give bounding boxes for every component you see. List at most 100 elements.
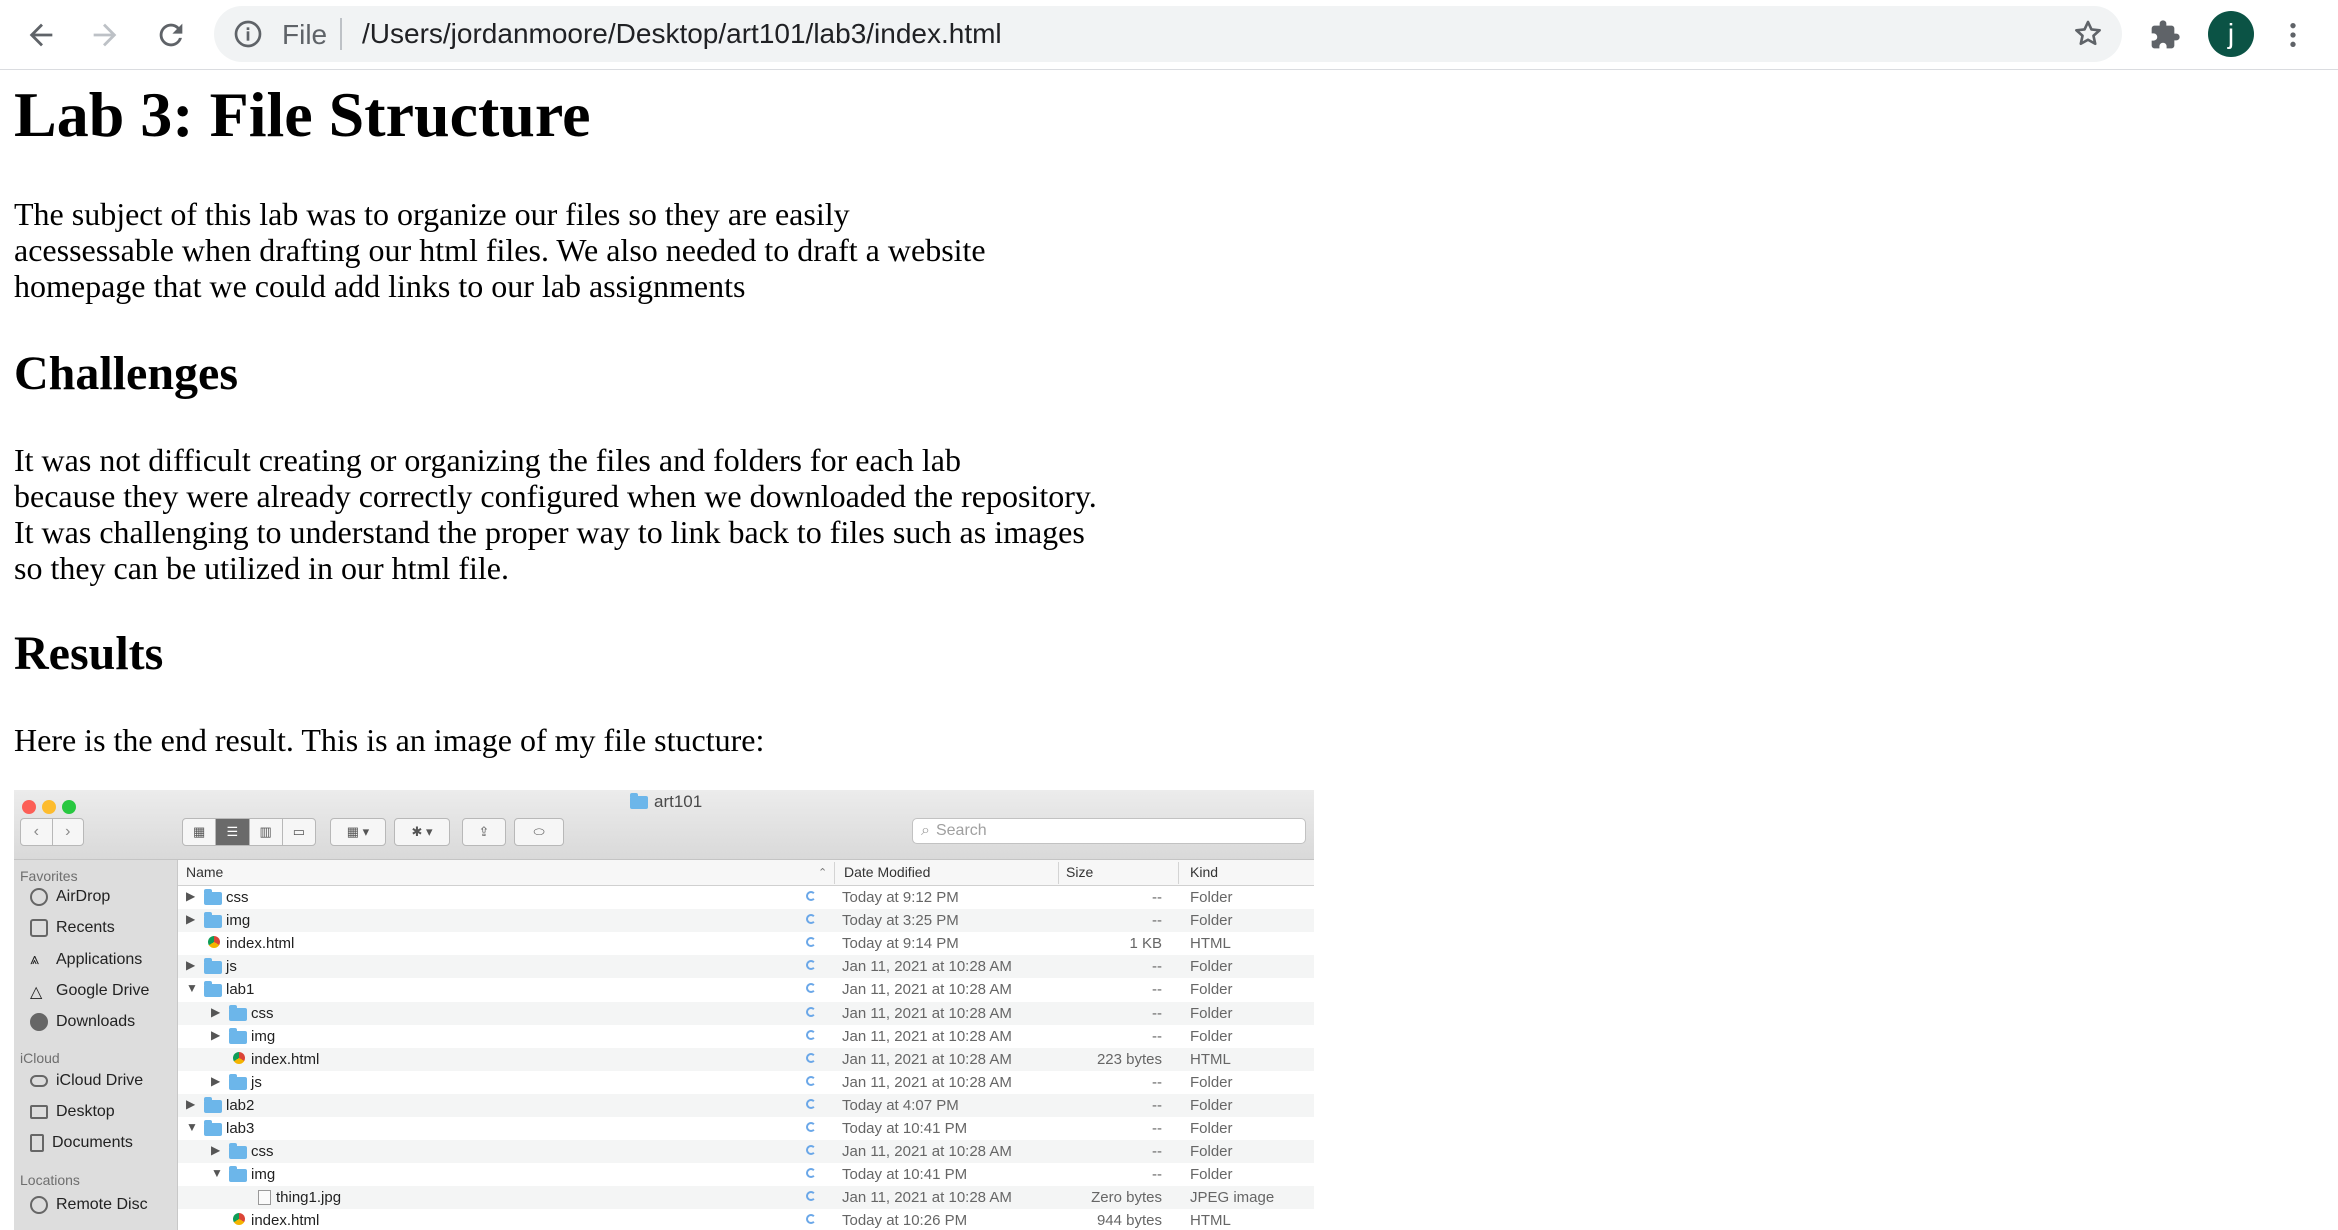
file-kind: HTML <box>1190 1212 1231 1230</box>
sidebar-item-remote-disc: Remote Disc <box>30 1196 148 1214</box>
url-text[interactable]: /Users/jordanmoore/Desktop/art101/lab3/i… <box>362 18 1002 50</box>
file-kind: Folder <box>1190 1004 1233 1022</box>
file-name: css <box>251 1004 274 1022</box>
kebab-menu-icon[interactable] <box>2272 14 2314 56</box>
sidebar-item-label: AirDrop <box>56 888 111 905</box>
file-date: Today at 9:12 PM <box>842 889 959 906</box>
reload-icon[interactable] <box>150 14 192 56</box>
list-item: thing1.jpg Jan 11, 2021 at 10:28 AM Zero b… <box>178 1186 1314 1210</box>
file-date: Jan 11, 2021 at 10:28 AM <box>842 1189 1012 1207</box>
info-icon[interactable] <box>232 18 264 50</box>
icon-view-icon: ▦ <box>183 819 217 845</box>
challenges-heading: Challenges <box>14 347 239 400</box>
sync-status-icon <box>806 1052 816 1063</box>
file-name: index.html <box>226 935 295 953</box>
sync-status-icon <box>806 1029 816 1040</box>
file-name: img <box>251 1166 276 1184</box>
list-item: ▼ lab1 Jan 11, 2021 at 10:28 AM -- Folder <box>178 978 1314 1001</box>
list-item: ▶ img Jan 11, 2021 at 10:28 AM -- Folder <box>178 1025 1314 1048</box>
intro-line: acessessable when drafting our html file… <box>14 232 986 268</box>
finder-search-placeholder: Search <box>935 822 987 839</box>
file-size: -- <box>1152 912 1162 930</box>
disclosure-closed-icon: ▶ <box>186 1096 196 1111</box>
folder-icon <box>630 792 648 809</box>
file-kind: Folder <box>1190 889 1233 906</box>
search-icon: ⌕ <box>921 822 930 839</box>
file-name: css <box>251 1143 274 1161</box>
file-date: Jan 11, 2021 at 10:28 AM <box>842 981 1012 999</box>
disc-icon <box>30 1196 48 1214</box>
sidebar-item-label: Google Drive <box>56 982 150 999</box>
forward-arrow-icon[interactable] <box>84 14 126 56</box>
file-size: -- <box>1152 981 1162 999</box>
file-date: Jan 11, 2021 at 10:28 AM <box>842 1073 1012 1091</box>
file-size: -- <box>1152 889 1162 906</box>
browser-toolbar: File /Users/jordanmoore/Desktop/art101/l… <box>0 0 2338 70</box>
zoom-dot-icon <box>62 800 76 814</box>
avatar[interactable]: j <box>2208 11 2254 57</box>
cloud-icon <box>30 1075 48 1087</box>
sidebar-item-airdrop: AirDrop <box>30 888 110 906</box>
column-kind: Kind <box>1190 864 1219 880</box>
file-name: img <box>251 1027 276 1045</box>
html-file-icon <box>233 1213 245 1226</box>
list-view-icon: ☰ <box>216 819 250 845</box>
challenges-paragraph: It was not difficult creating or organiz… <box>14 442 1097 586</box>
file-size: 944 bytes <box>1096 1212 1162 1230</box>
file-name: lab2 <box>226 1096 255 1114</box>
finder-search: ⌕ Search <box>912 818 1306 844</box>
list-item: ▶ css Jan 11, 2021 at 10:28 AM -- Folder <box>178 1140 1314 1164</box>
folder-icon <box>229 1143 247 1160</box>
list-item: index.html Jan 11, 2021 at 10:28 AM 223 by… <box>178 1047 1314 1071</box>
html-file-icon <box>233 1051 245 1064</box>
image-file-icon <box>258 1190 271 1206</box>
folder-icon <box>229 1166 247 1183</box>
list-item: ▶ css Jan 11, 2021 at 10:28 AM -- Folder <box>178 1001 1314 1025</box>
file-date: Jan 11, 2021 at 10:28 AM <box>842 1143 1012 1161</box>
file-size: -- <box>1152 1027 1162 1045</box>
file-kind: Folder <box>1190 1027 1233 1045</box>
folder-icon <box>229 1004 247 1021</box>
sidebar-item-label: iCloud Drive <box>56 1072 144 1089</box>
intro-line: homepage that we could add links to our … <box>14 268 746 304</box>
sync-status-icon <box>806 1214 816 1225</box>
downloads-icon <box>30 1013 48 1031</box>
sidebar-item-google-drive: △ Google Drive <box>30 982 150 1001</box>
back-arrow-icon[interactable] <box>20 14 62 56</box>
list-item: index.html Today at 10:26 PM 944 bytes HTML <box>178 1209 1314 1230</box>
file-size: -- <box>1152 1143 1162 1161</box>
google-drive-icon: △ <box>30 984 43 1001</box>
challenges-line: because they were already correctly conf… <box>14 478 1097 514</box>
disclosure-closed-icon: ▶ <box>211 1004 221 1019</box>
sort-chevron-icon: ⌃ <box>818 867 828 879</box>
file-kind: Folder <box>1190 981 1233 999</box>
file-date: Jan 11, 2021 at 10:28 AM <box>842 1050 1012 1068</box>
chevron-right-icon: › <box>65 823 71 840</box>
file-size: -- <box>1152 1166 1162 1184</box>
column-name: Name <box>186 864 224 880</box>
file-name: css <box>226 889 249 906</box>
file-kind: Folder <box>1190 1073 1233 1091</box>
desktop-icon <box>30 1105 48 1119</box>
finder-titlebar: art101 ‹ › ▦ ☰ ▥ ▭ ▦ ▾ ✱ ▾ ⇪ ⬭ ⌕ Search <box>14 790 1314 860</box>
sidebar-item-applications: ⩓ Applications <box>30 951 142 969</box>
group-icon: ▦ ▾ <box>330 818 386 846</box>
list-item: ▼ img Today at 10:41 PM -- Folder <box>178 1163 1314 1186</box>
file-kind: Folder <box>1190 1096 1233 1114</box>
file-size: -- <box>1152 1120 1162 1137</box>
file-size: -- <box>1152 1004 1162 1022</box>
file-name: lab1 <box>226 981 255 999</box>
html-file-icon <box>208 936 220 949</box>
sync-status-icon <box>806 914 816 925</box>
challenges-line: It was challenging to understand the pro… <box>14 514 1085 550</box>
disclosure-closed-icon: ▶ <box>186 912 196 927</box>
file-date: Today at 10:26 PM <box>842 1212 968 1230</box>
page-title: Lab 3: File Structure <box>14 79 591 150</box>
address-bar[interactable]: File /Users/jordanmoore/Desktop/art101/l… <box>214 6 2122 62</box>
sidebar-item-label: Remote Disc <box>56 1196 148 1213</box>
star-icon[interactable] <box>2072 18 2104 50</box>
list-item: ▶ css Today at 9:12 PM -- Folder <box>178 886 1314 909</box>
puzzle-icon[interactable] <box>2144 14 2186 56</box>
file-date: Today at 3:25 PM <box>842 912 959 930</box>
sync-status-icon <box>806 983 816 994</box>
